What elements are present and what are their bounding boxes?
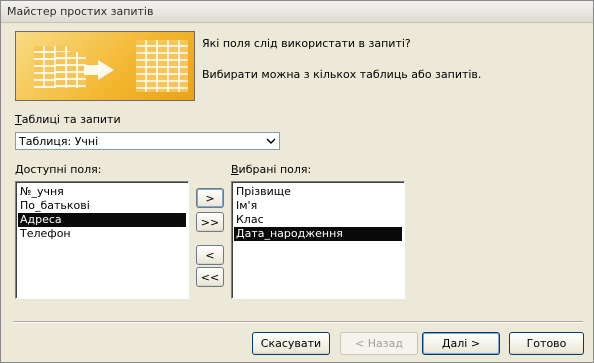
selected-fields-label: Вибрані поля: [231, 163, 312, 176]
add-field-button[interactable]: > [196, 188, 224, 208]
remove-field-button[interactable]: < [196, 245, 224, 265]
available-fields-list[interactable]: №_учня По_батькові Адреса Телефон [15, 181, 189, 299]
list-item[interactable]: Дата_народження [234, 227, 402, 241]
cancel-button[interactable]: Скасувати [252, 332, 330, 355]
chevron-down-icon[interactable] [263, 133, 279, 149]
wizard-window: Майстер простих запитів Які поля слід ви… [0, 0, 594, 363]
wizard-illustration [15, 31, 195, 101]
back-button[interactable]: < Назад [340, 332, 418, 355]
list-item[interactable]: Клас [234, 213, 264, 227]
list-item[interactable]: №_учня [18, 185, 64, 199]
title-bar: Майстер простих запитів [1, 1, 593, 23]
separator [13, 321, 583, 323]
window-title: Майстер простих запитів [7, 5, 154, 18]
hint-text: Вибирати можна з кількох таблиць або зап… [202, 68, 482, 81]
add-all-fields-button[interactable]: >> [196, 212, 224, 232]
available-fields-label: Доступні поля: [15, 163, 102, 176]
list-item[interactable]: Телефон [18, 227, 71, 241]
list-item[interactable]: Адреса [18, 213, 186, 227]
remove-all-fields-button[interactable]: << [196, 267, 224, 287]
next-button[interactable]: Далі > [422, 332, 500, 355]
tables-combobox-value: Таблиця: Учні [19, 135, 99, 148]
question-text: Які поля слід використати в запиті? [202, 37, 411, 50]
tables-label: Таблиці та запити [15, 113, 121, 126]
list-item[interactable]: По_батькові [18, 199, 90, 213]
tables-combobox[interactable]: Таблиця: Учні [15, 132, 280, 150]
finish-button[interactable]: Готово [509, 332, 584, 355]
list-item[interactable]: Прізвище [234, 185, 291, 199]
list-item[interactable]: Ім'я [234, 199, 257, 213]
selected-fields-list[interactable]: Прізвище Ім'я Клас Дата_народження [231, 181, 405, 299]
